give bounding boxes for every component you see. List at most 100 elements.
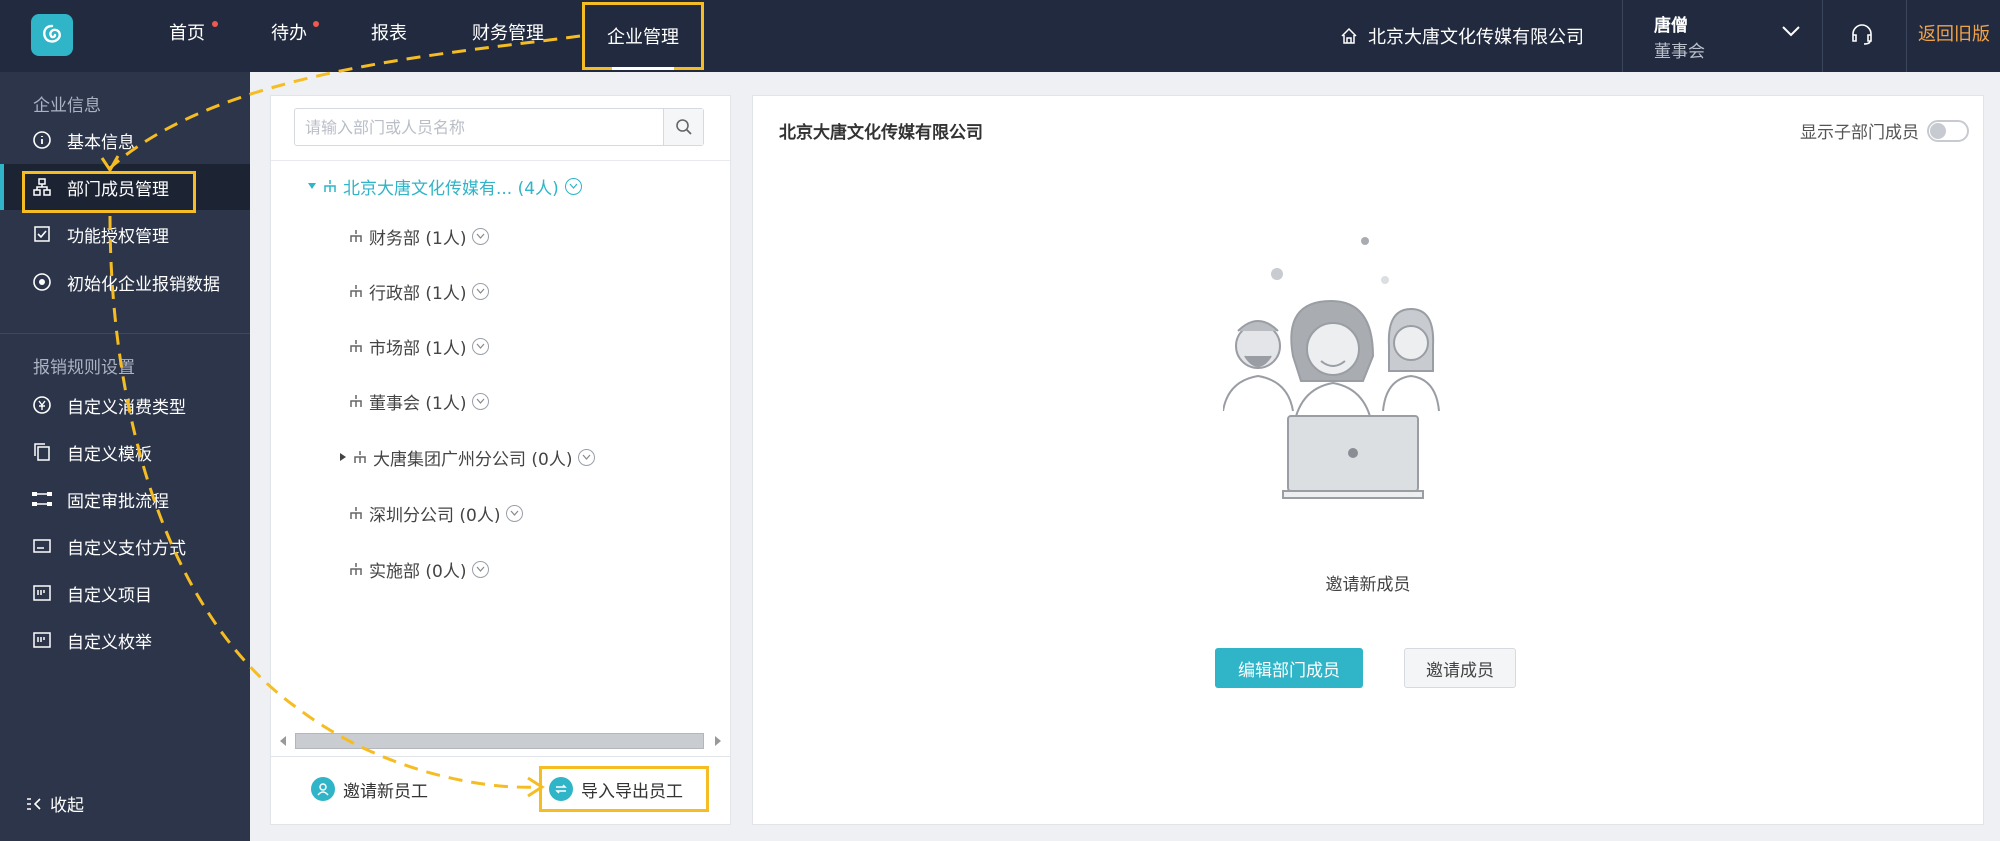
nav-home[interactable]: 首页 (169, 0, 205, 72)
sidebar-item-label: 自定义消费类型 (67, 397, 186, 418)
org-node-icon (350, 395, 362, 407)
divider (271, 160, 730, 161)
tree-search-button[interactable] (663, 109, 703, 145)
scroll-right-icon[interactable] (714, 735, 722, 747)
sidebar-item-label: 基本信息 (67, 132, 135, 153)
node-menu-icon[interactable] (472, 337, 490, 355)
divider (1622, 0, 1623, 72)
nav-enterprise[interactable]: 企业管理 (582, 2, 704, 70)
scrollbar-thumb[interactable] (295, 733, 704, 749)
caret-down-icon[interactable] (307, 181, 317, 191)
tree-node-shenzhen[interactable]: 深圳分公司 (0人) (349, 499, 524, 527)
tree-node-label: 市场部 (1人) (369, 338, 467, 359)
enum-icon (31, 629, 53, 651)
tree-node-board[interactable]: 董事会 (1人) (349, 387, 490, 415)
show-sub-members-toggle[interactable] (1927, 119, 1969, 142)
nav-todo[interactable]: 待办 (271, 0, 307, 72)
card-icon (31, 535, 53, 557)
sidebar-item-label: 自定义枚举 (67, 632, 152, 653)
divider (271, 756, 730, 757)
sidebar-item-function-auth[interactable]: 功能授权管理 (0, 211, 250, 257)
highlight-box-department-members (22, 171, 196, 213)
sidebar-item-projects[interactable]: 自定义项目 (0, 570, 250, 616)
department-tree-panel: 北京大唐文化传媒有... (4人) 财务部 (1人) 行政部 (1人) 市场部 … (270, 95, 731, 825)
node-menu-icon[interactable] (472, 282, 490, 300)
nav-todo-dot (313, 21, 319, 27)
sidebar-item-label: 自定义模板 (67, 444, 152, 465)
node-menu-icon[interactable] (472, 227, 490, 245)
sidebar-collapse-button[interactable]: 收起 (26, 791, 84, 816)
nav-reports[interactable]: 报表 (371, 0, 407, 72)
org-node-icon (350, 507, 362, 519)
flow-icon (31, 488, 53, 510)
sidebar-item-enums[interactable]: 自定义枚举 (0, 617, 250, 663)
tree-node-label: 董事会 (1人) (369, 393, 467, 414)
nav-finance[interactable]: 财务管理 (472, 0, 544, 72)
empty-state-text: 邀请新成员 (1325, 575, 1411, 595)
show-sub-members-toggle-row: 显示子部门成员 (1800, 118, 1969, 143)
show-sub-members-label: 显示子部门成员 (1800, 123, 1919, 143)
horizontal-scrollbar[interactable] (277, 731, 724, 749)
edit-department-members-button[interactable]: 编辑部门成员 (1215, 648, 1363, 688)
tree-search (294, 108, 704, 146)
sidebar-item-payment-methods[interactable]: 自定义支付方式 (0, 523, 250, 569)
node-menu-icon[interactable] (506, 504, 524, 522)
sidebar-section-rules: 报销规则设置 (33, 358, 135, 378)
back-to-old-version-link[interactable]: 返回旧版 (1918, 0, 1990, 72)
tree-node-guangzhou[interactable]: 大唐集团广州分公司 (0人) (339, 443, 596, 471)
scroll-left-icon[interactable] (279, 735, 287, 747)
search-icon (675, 119, 692, 135)
headset-icon[interactable] (1849, 21, 1875, 47)
sidebar-divider (0, 333, 250, 334)
tree-node-root[interactable]: 北京大唐文化传媒有... (4人) (307, 172, 582, 200)
highlight-box-import-export (539, 766, 709, 812)
node-menu-icon[interactable] (472, 392, 490, 410)
tree-node-label: 行政部 (1人) (369, 283, 467, 304)
tree-search-input[interactable] (295, 109, 665, 145)
tree-node-admin[interactable]: 行政部 (1人) (349, 277, 490, 305)
user-role: 董事会 (1654, 42, 1705, 62)
add-user-icon (311, 777, 335, 801)
company-name: 北京大唐文化传媒有限公司 (1368, 27, 1584, 48)
company-switcher[interactable]: 北京大唐文化传媒有限公司 (1340, 0, 1584, 72)
sidebar-item-basic-info[interactable]: 基本信息 (0, 117, 250, 163)
tree-node-implementation[interactable]: 实施部 (0人) (349, 555, 490, 583)
collapse-label: 收起 (50, 796, 84, 816)
copy-icon (31, 441, 53, 463)
tree-node-label: 财务部 (1人) (369, 228, 467, 249)
user-name[interactable]: 唐僧 (1654, 11, 1688, 36)
sidebar-item-label: 自定义支付方式 (67, 538, 186, 559)
chevron-down-icon[interactable] (1780, 20, 1802, 42)
department-detail-panel: 北京大唐文化传媒有限公司 显示子部门成员 邀请新成员 编辑部门成员 邀请成员 (752, 95, 1984, 825)
tree-node-marketing[interactable]: 市场部 (1人) (349, 332, 490, 360)
org-node-icon (350, 230, 362, 242)
sidebar-item-templates[interactable]: 自定义模板 (0, 429, 250, 475)
sidebar-item-label: 自定义项目 (67, 585, 152, 606)
org-node-icon (354, 451, 366, 463)
nav-home-dot (212, 21, 218, 27)
invite-members-button[interactable]: 邀请成员 (1404, 648, 1516, 688)
sidebar-item-init-data[interactable]: 初始化企业报销数据 (0, 259, 250, 305)
tree-node-finance[interactable]: 财务部 (1人) (349, 222, 490, 250)
nav-enterprise-label: 企业管理 (607, 27, 679, 48)
caret-right-icon[interactable] (339, 452, 347, 462)
sidebar-section-enterprise: 企业信息 (33, 96, 101, 116)
app-logo[interactable] (31, 14, 73, 56)
sidebar-item-expense-types[interactable]: 自定义消费类型 (0, 382, 250, 428)
toggle-knob (1930, 122, 1946, 139)
project-icon (31, 582, 53, 604)
node-menu-icon[interactable] (578, 448, 596, 466)
tree-node-label: 实施部 (0人) (369, 561, 467, 582)
record-icon (31, 271, 53, 293)
org-node-icon (350, 563, 362, 575)
info-icon (31, 129, 53, 151)
node-menu-icon[interactable] (472, 560, 490, 578)
invite-new-employee-button[interactable]: 邀请新员工 (311, 766, 428, 812)
divider (1822, 0, 1823, 72)
divider (1906, 0, 1907, 72)
node-menu-icon[interactable] (564, 177, 582, 195)
top-bar: 首页 待办 报表 财务管理 企业管理 北京大唐文化传媒有限公司 唐僧 董事会 返… (0, 0, 2000, 72)
sidebar-item-approval-flow[interactable]: 固定审批流程 (0, 476, 250, 522)
yen-icon (31, 394, 53, 416)
people-laptop-illustration (1223, 237, 1440, 499)
